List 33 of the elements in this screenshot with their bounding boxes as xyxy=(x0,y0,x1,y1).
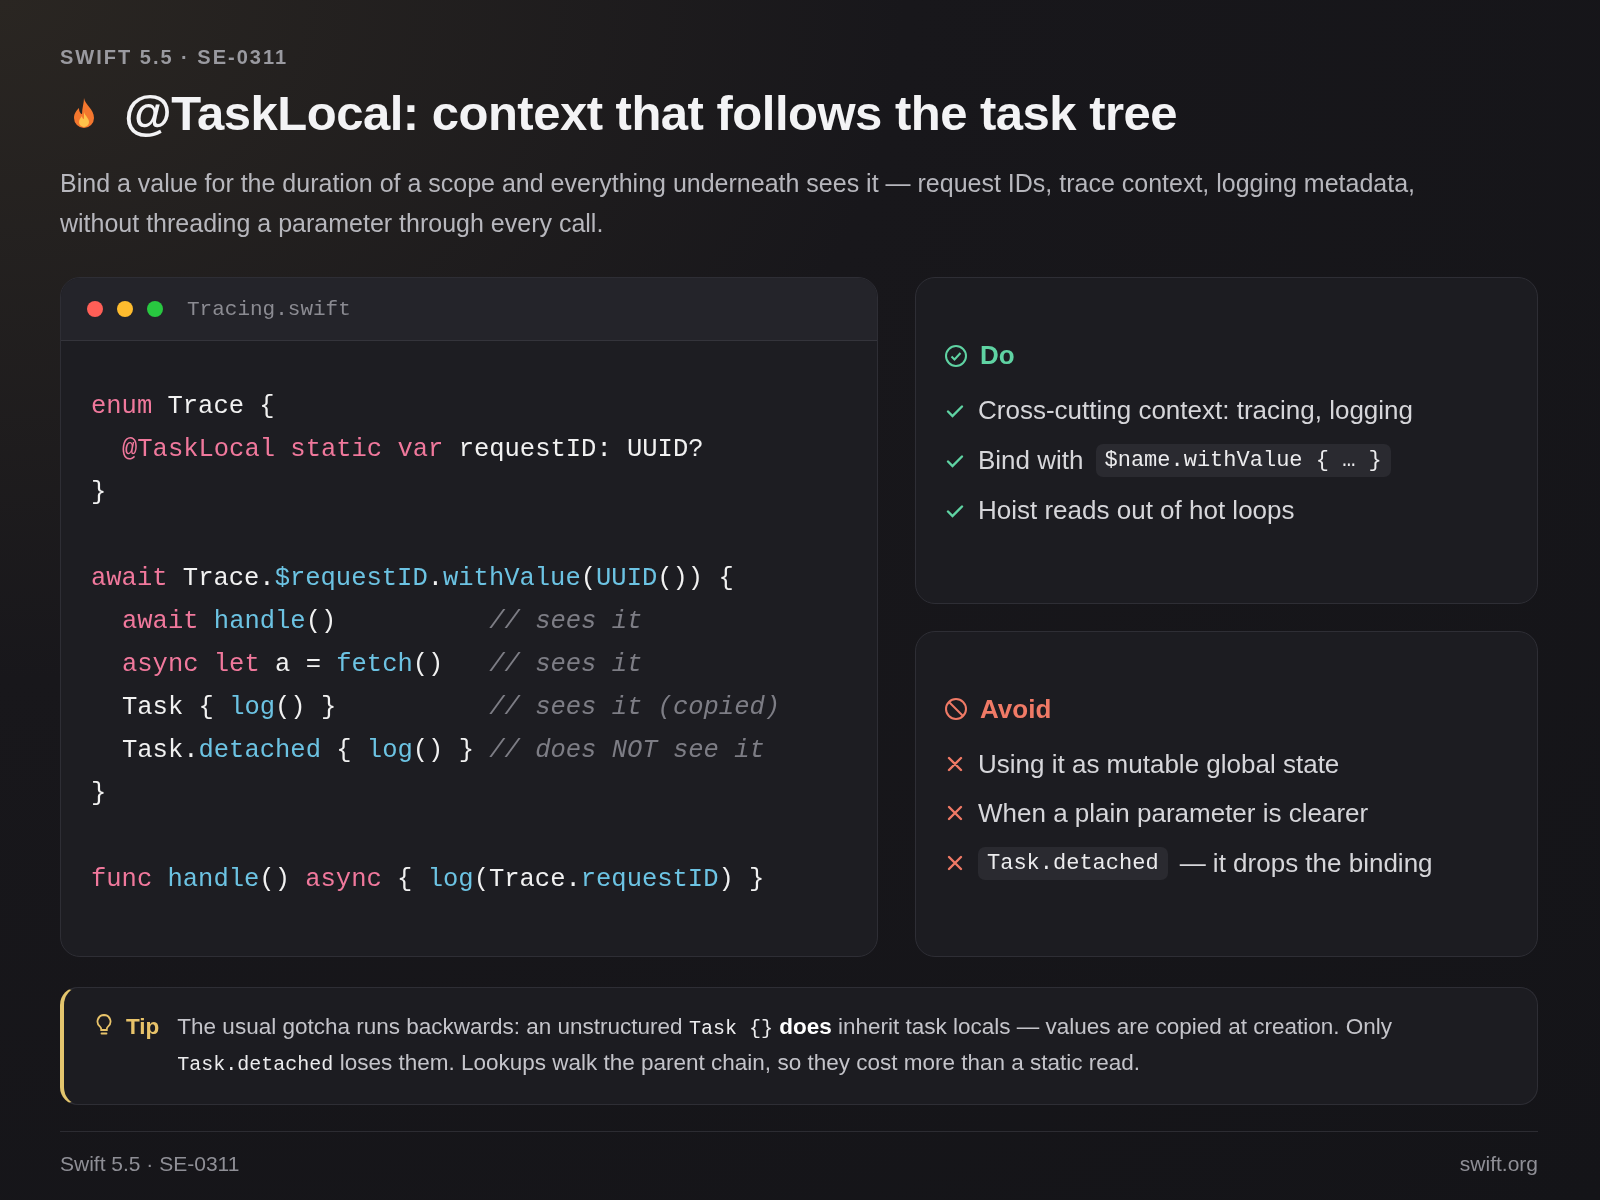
page-title: @TaskLocal: context that follows the task tree xyxy=(124,85,1178,141)
code-line: enum Trace { xyxy=(91,391,276,423)
code-line: } xyxy=(91,477,108,509)
item-text: Using it as mutable global state xyxy=(978,748,1340,780)
filename: Tracing.swift xyxy=(187,297,351,321)
item-text: Bind with xyxy=(978,445,1084,476)
code-snippet: Task.detached xyxy=(978,846,1168,880)
lightbulb-icon xyxy=(94,1013,114,1037)
item-text: Cross-cutting context: tracing, logging xyxy=(978,395,1413,426)
close-dot-icon xyxy=(87,301,103,317)
footer-text: Swift 5.5 · SE-0311 xyxy=(60,1152,240,1176)
tip-label: Tip xyxy=(126,1013,160,1041)
code-line: Task { log() } // sees it (copied) xyxy=(121,692,782,724)
card-heading: Avoid xyxy=(980,693,1052,725)
subtitle: Bind a value for the duration of a scope and everything underneath sees it — request IDs, trace context, logging metadata, without threading a parameter through every call. xyxy=(60,168,1416,239)
tip-text: The usual gotcha runs backwards: an unstructured Task {} does inherit task locals — values are copied at creation. Only Task.detached loses them. Lookups walk the parent chain, so they cost more than a static read. xyxy=(177,1013,1393,1078)
card-heading: Do xyxy=(980,340,1015,371)
item-text: When a plain parameter is clearer xyxy=(978,797,1369,829)
code-snippet: $name.withValue { … } xyxy=(1095,444,1391,477)
code-line: Task.detached { log() } // does NOT see it xyxy=(121,735,766,767)
code-line: @TaskLocal static var requestID: UUID? xyxy=(121,434,705,466)
check-circle-icon xyxy=(944,343,968,368)
code-line: await Trace.$requestID.withValue(UUID()) { xyxy=(91,563,735,595)
zoom-dot-icon xyxy=(147,301,163,317)
code-line: } xyxy=(91,778,108,810)
eyebrow-label: SWIFT 5.5 · SE-0311 xyxy=(60,46,290,69)
item-text: — it drops the binding xyxy=(1179,847,1433,879)
item-text: Hoist reads out of hot loops xyxy=(978,495,1295,526)
code-line: async let a = fetch() // sees it xyxy=(121,649,644,681)
prohibited-icon xyxy=(944,697,968,721)
code-line: func handle() async { log(Trace.requestID) } xyxy=(91,864,766,896)
minimize-dot-icon xyxy=(117,301,133,317)
code-line: await handle() // sees it xyxy=(121,606,644,638)
